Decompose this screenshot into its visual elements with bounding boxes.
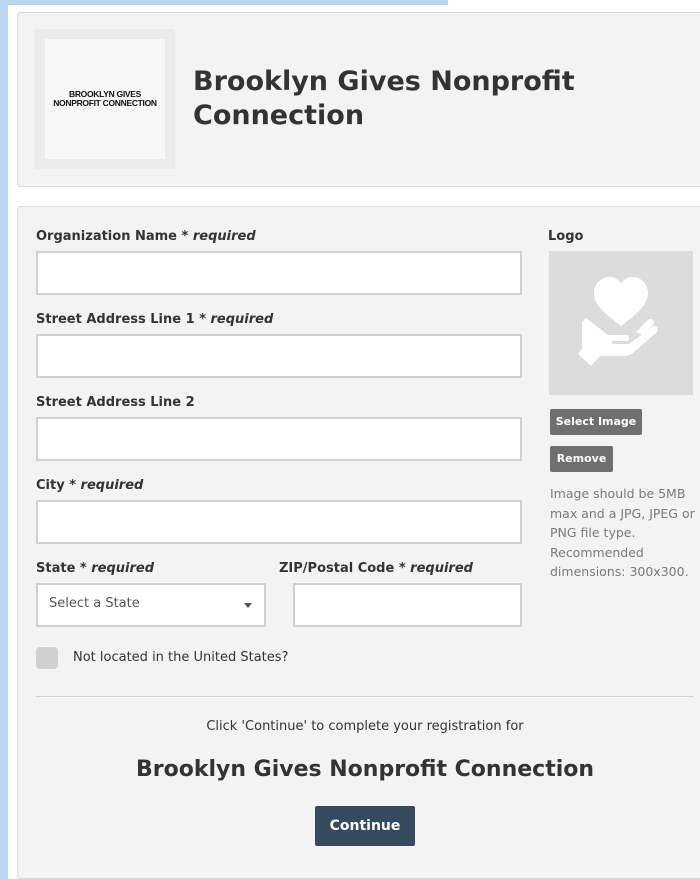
org-logo-text: BROOKLYN GIVES NONPROFIT CONNECTION xyxy=(53,89,157,108)
state-select-value: Select a State xyxy=(49,596,140,611)
org-logo-inner: BROOKLYN GIVES NONPROFIT CONNECTION xyxy=(45,39,165,159)
city-label: City * required xyxy=(36,478,144,493)
divider xyxy=(36,696,694,697)
org-name-label: Organization Name * required xyxy=(36,229,256,244)
zip-input[interactable] xyxy=(293,583,522,627)
left-accent-strip xyxy=(0,0,8,879)
top-accent-strip xyxy=(0,0,448,5)
city-input[interactable] xyxy=(36,500,522,544)
select-image-button[interactable]: Select Image xyxy=(550,409,642,435)
registration-org-title: Brooklyn Gives Nonprofit Connection xyxy=(135,757,595,782)
page-title: Brooklyn Gives Nonprofit Connection xyxy=(193,66,575,131)
org-logo: BROOKLYN GIVES NONPROFIT CONNECTION xyxy=(35,29,175,169)
heart-hand-icon xyxy=(578,277,658,366)
logo-placeholder[interactable] xyxy=(549,251,693,395)
header-card: BROOKLYN GIVES NONPROFIT CONNECTION Broo… xyxy=(17,12,700,187)
required-marker: * required xyxy=(398,561,473,576)
state-label: State * required xyxy=(36,561,155,576)
image-requirements-note: Image should be 5MB max and a JPG, JPEG … xyxy=(550,486,695,579)
required-marker: * required xyxy=(69,478,144,493)
caret-down-icon xyxy=(244,603,252,608)
continue-button[interactable]: Continue xyxy=(315,806,415,846)
logo-label: Logo xyxy=(548,229,584,244)
continue-note: Click 'Continue' to complete your regist… xyxy=(206,719,524,734)
registration-form: Organization Name * required Street Addr… xyxy=(17,206,700,879)
zip-label: ZIP/Postal Code * required xyxy=(279,561,473,576)
state-select[interactable]: Select a State xyxy=(36,583,266,627)
required-marker: * required xyxy=(199,312,274,327)
street2-label: Street Address Line 2 xyxy=(36,395,195,410)
not-us-label[interactable]: Not located in the United States? xyxy=(73,650,288,665)
remove-image-button[interactable]: Remove xyxy=(550,446,613,472)
street1-label: Street Address Line 1 * required xyxy=(36,312,274,327)
required-marker: * required xyxy=(181,229,256,244)
required-marker: * required xyxy=(79,561,155,576)
street2-input[interactable] xyxy=(36,417,522,461)
street1-input[interactable] xyxy=(36,334,522,378)
not-us-checkbox[interactable] xyxy=(36,647,58,669)
org-name-input[interactable] xyxy=(36,251,522,295)
